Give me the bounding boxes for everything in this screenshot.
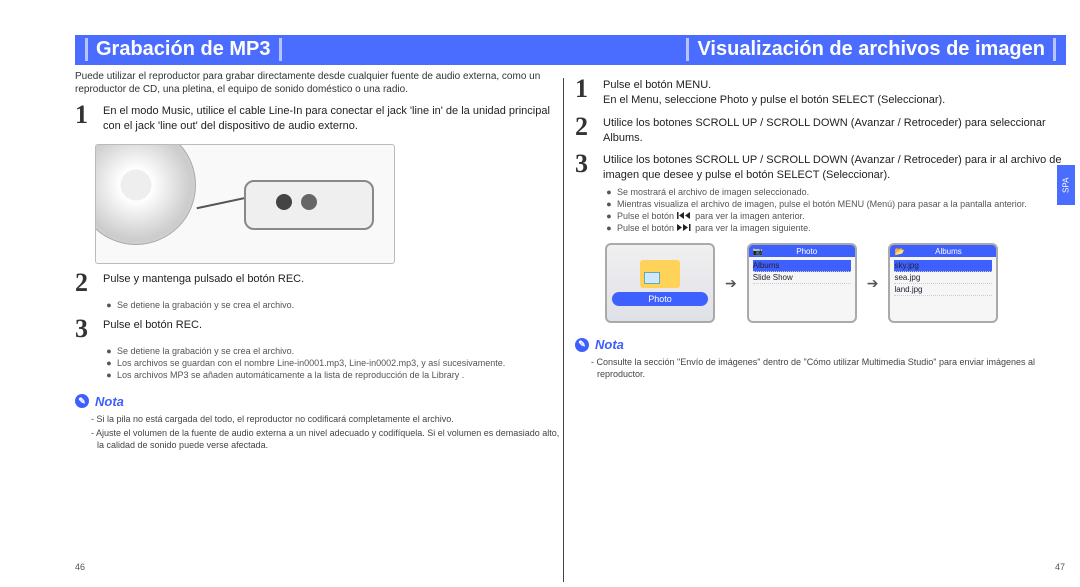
bullet-text: Pulse el botón para ver la imagen anteri…: [617, 211, 805, 221]
nota-item: - Consulte la sección "Envío de imágenes…: [591, 356, 1065, 380]
screen-header: Photo: [796, 247, 817, 256]
menu-item: Slide Show: [753, 272, 851, 284]
step-text: Utilice los botones SCROLL UP / SCROLL D…: [603, 114, 1065, 146]
step-number: 1: [75, 102, 95, 128]
bullet-text: Pulse el botón para ver la imagen siguie…: [617, 223, 811, 233]
menu-item: Albums: [753, 260, 851, 272]
page-number-right: 47: [1055, 562, 1065, 572]
language-tab: SPA: [1057, 165, 1075, 205]
step-text: Pulse el botón REC.: [103, 316, 202, 333]
bullet-item: ●Se mostrará el archivo de imagen selecc…: [605, 187, 1065, 197]
nota-heading-left: ✎ Nota: [75, 394, 565, 409]
screen-illustration-row: Photo ➔ 📷Photo Albums Slide Show ➔ 📂Albu…: [605, 243, 1065, 323]
page-number-left: 46: [75, 562, 85, 572]
screen-photo-menu: 📷Photo Albums Slide Show: [747, 243, 857, 323]
next-track-icon: [677, 223, 693, 232]
bullet-text: Mientras visualiza el archivo de imagen,…: [617, 199, 1027, 209]
nota-label: Nota: [95, 394, 124, 409]
step-text: Utilice los botones SCROLL UP / SCROLL D…: [603, 151, 1065, 183]
screen-header: Albums: [935, 247, 962, 256]
album-item: sea.jpg: [894, 272, 992, 284]
heading-left: Grabación de MP3: [85, 38, 282, 61]
intro-text: Puede utilizar el reproductor para graba…: [75, 70, 565, 96]
screen-photo-main: Photo: [605, 243, 715, 323]
step-text: Pulse y mantenga pulsado el botón REC.: [103, 270, 304, 287]
nota-item: - Ajuste el volumen de la fuente de audi…: [91, 427, 565, 451]
step-number: 2: [575, 114, 595, 140]
arrow-icon: ➔: [867, 275, 879, 292]
left-step-1: 1 En el modo Music, utilice el cable Lin…: [75, 102, 565, 134]
prev-track-icon: [677, 211, 693, 220]
step-number: 1: [575, 76, 595, 102]
step-number: 3: [575, 151, 595, 177]
photo-main-label: Photo: [612, 292, 707, 306]
right-step-1: 1 Pulse el botón MENU. En el Menu, selec…: [575, 76, 1065, 108]
bullet-text: Los archivos MP3 se añaden automáticamen…: [117, 370, 464, 380]
line-in-diagram: [95, 144, 395, 264]
left-step-3: 3 Pulse el botón REC.: [75, 316, 565, 342]
folder-icon: [640, 260, 680, 288]
page-left: Puede utilizar el reproductor para graba…: [75, 70, 565, 572]
nota-heading-right: ✎ Nota: [575, 337, 1065, 352]
top-header-bar: Grabación de MP3 Visualización de archiv…: [75, 35, 1066, 65]
bullet-item: ● Pulse el botón para ver la imagen sigu…: [605, 223, 1065, 233]
bullet-text: Se detiene la grabación y se crea el arc…: [117, 300, 294, 310]
right-step-2: 2 Utilice los botones SCROLL UP / SCROLL…: [575, 114, 1065, 146]
mp3-device-icon: [244, 180, 374, 230]
bullet-item: ●Los archivos MP3 se añaden automáticame…: [105, 370, 565, 380]
nota-list-left: - Si la pila no está cargada del todo, e…: [91, 413, 565, 451]
heading-right: Visualización de archivos de imagen: [686, 38, 1056, 61]
nota-item: - Si la pila no está cargada del todo, e…: [91, 413, 565, 425]
left-step-2: 2 Pulse y mantenga pulsado el botón REC.: [75, 270, 565, 296]
bullet-item: ● Pulse el botón para ver la imagen ante…: [605, 211, 1065, 221]
page-right: 1 Pulse el botón MENU. En el Menu, selec…: [575, 70, 1065, 572]
bullet-item: ●Mientras visualiza el archivo de imagen…: [605, 199, 1065, 209]
arrow-icon: ➔: [725, 275, 737, 292]
bullet-item: ●Los archivos se guardan con el nombre L…: [105, 358, 565, 368]
step-text: Pulse el botón MENU. En el Menu, selecci…: [603, 76, 945, 108]
album-item: sky.jpg: [894, 260, 992, 272]
nota-label: Nota: [595, 337, 624, 352]
bullet-text: Se mostrará el archivo de imagen selecci…: [617, 187, 809, 197]
bullet-text: Los archivos se guardan con el nombre Li…: [117, 358, 505, 368]
step-number: 3: [75, 316, 95, 342]
bullet-text: Se detiene la grabación y se crea el arc…: [117, 346, 294, 356]
bullet-item: ●Se detiene la grabación y se crea el ar…: [105, 300, 565, 310]
pencil-icon: ✎: [75, 394, 89, 408]
cd-player-icon: [95, 144, 196, 245]
right-step-3: 3 Utilice los botones SCROLL UP / SCROLL…: [575, 151, 1065, 183]
screen-albums: 📂Albums sky.jpg sea.jpg land.jpg: [888, 243, 998, 323]
step-text: En el modo Music, utilice el cable Line-…: [103, 102, 565, 134]
nota-list-right: - Consulte la sección "Envío de imágenes…: [591, 356, 1065, 380]
bullet-item: ●Se detiene la grabación y se crea el ar…: [105, 346, 565, 356]
album-item: land.jpg: [894, 284, 992, 296]
step-number: 2: [75, 270, 95, 296]
pencil-icon: ✎: [575, 338, 589, 352]
